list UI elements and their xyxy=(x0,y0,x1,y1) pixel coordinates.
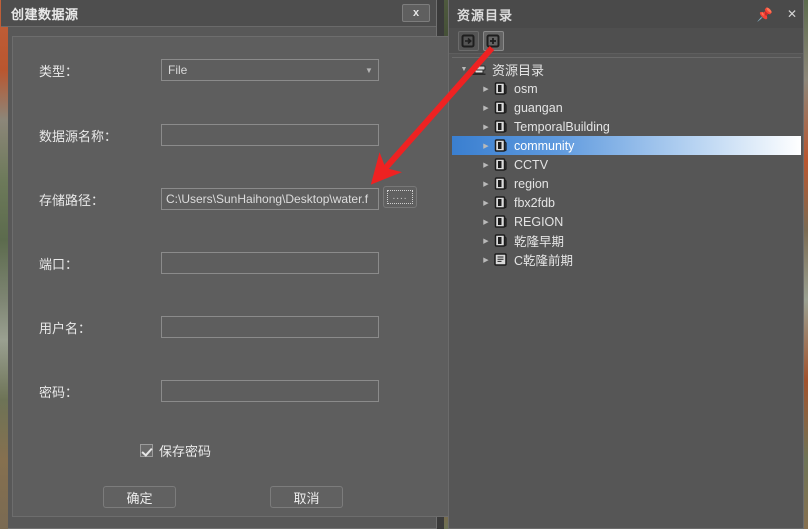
tree-item[interactable]: ▶ REGION xyxy=(452,212,801,231)
tree-item[interactable]: ▶ TemporalBuilding xyxy=(452,117,801,136)
datasource-icon xyxy=(492,215,509,228)
tree-root-node[interactable]: ▼ 资源目录 xyxy=(452,60,801,79)
datasource-name-input[interactable] xyxy=(161,124,379,146)
storage-path-input[interactable] xyxy=(161,188,379,210)
browse-path-button[interactable]: .... xyxy=(383,186,417,208)
expander-icon[interactable]: ▼ xyxy=(458,66,470,73)
datasource-icon xyxy=(492,158,509,171)
dialog-titlebar: 创建数据源 x xyxy=(1,0,436,27)
file-datasource-icon xyxy=(492,253,509,266)
password-label: 密码： xyxy=(39,384,79,400)
viewport-3d-scene-left xyxy=(0,0,8,529)
expander-icon[interactable]: ▶ xyxy=(480,218,492,226)
create-datasource-button[interactable] xyxy=(483,30,504,51)
create-datasource-dialog: 创建数据源 x 类型： File ▼ 数据源名称： 存储路径： C:\Users… xyxy=(0,0,796,529)
resource-catalog-panel: 资源目录 📌 ✕ ▼ 资源目录 ▶ osm ▶ guangan ▶ Tempor… xyxy=(448,0,804,529)
tree-item-label: region xyxy=(514,176,549,191)
connect-datasource-button[interactable] xyxy=(458,30,479,51)
tree-item-label: C乾隆前期 xyxy=(514,254,574,268)
tree-item[interactable]: ▶ fbx2fdb xyxy=(452,193,801,212)
tree-item[interactable]: ▶ CCTV xyxy=(452,155,801,174)
close-icon: x xyxy=(412,7,420,19)
resource-panel-title: 资源目录 xyxy=(457,7,514,23)
ok-button-label: 确定 xyxy=(126,490,153,506)
checkbox-icon xyxy=(140,444,153,457)
type-select-value: File xyxy=(168,63,188,77)
tree-item[interactable]: ▶ region xyxy=(452,174,801,193)
resource-panel-toolbar xyxy=(449,28,803,54)
tree-item-label: REGION xyxy=(514,214,564,229)
type-label: 类型： xyxy=(39,63,79,79)
datasource-icon xyxy=(492,82,509,95)
chevron-down-icon: ▼ xyxy=(365,65,373,75)
datasource-icon xyxy=(492,101,509,114)
close-icon[interactable]: ✕ xyxy=(787,8,797,20)
tree-item[interactable]: ▶ guangan xyxy=(452,98,801,117)
expander-icon[interactable]: ▶ xyxy=(480,123,492,131)
tree-item-label: osm xyxy=(514,81,538,96)
password-input[interactable] xyxy=(161,380,379,402)
expander-icon[interactable]: ▶ xyxy=(480,85,492,93)
tree-item-label: TemporalBuilding xyxy=(514,119,610,134)
tree-item[interactable]: ▶ 乾隆早期 xyxy=(452,231,801,250)
expander-icon[interactable]: ▶ xyxy=(480,256,492,264)
tree-root-label: 资源目录 xyxy=(492,63,545,78)
tree-item-label: community xyxy=(514,138,575,153)
username-input[interactable] xyxy=(161,316,379,338)
tree-item[interactable]: ▶ osm xyxy=(452,79,801,98)
expander-icon[interactable]: ▶ xyxy=(480,199,492,207)
expander-icon[interactable]: ▶ xyxy=(480,104,492,112)
datasource-icon xyxy=(492,177,509,190)
ok-button[interactable]: 确定 xyxy=(103,486,176,508)
pin-icon[interactable]: 📌 xyxy=(757,8,773,21)
port-label: 端口： xyxy=(39,256,79,272)
server-icon xyxy=(470,64,487,76)
tree-children-container: ▶ osm ▶ guangan ▶ TemporalBuilding ▶ community ▶… xyxy=(452,79,801,269)
expander-icon[interactable]: ▶ xyxy=(480,142,492,150)
resource-panel-titlebar: 资源目录 📌 ✕ xyxy=(449,0,803,28)
tree-item-label: CCTV xyxy=(514,157,549,172)
username-label: 用户名： xyxy=(39,320,92,336)
tree-item-label: guangan xyxy=(514,100,563,115)
save-password-checkbox[interactable]: 保存密码 xyxy=(140,441,211,460)
datasource-icon xyxy=(492,139,509,152)
datasource-icon xyxy=(492,234,509,247)
expander-icon[interactable]: ▶ xyxy=(480,180,492,188)
box-plus-icon xyxy=(486,34,500,47)
resource-panel-header-icons: 📌 ✕ xyxy=(757,8,797,21)
dialog-title: 创建数据源 xyxy=(11,6,79,22)
expander-icon[interactable]: ▶ xyxy=(480,161,492,169)
cancel-button[interactable]: 取消 xyxy=(270,486,343,508)
storage-path-label: 存储路径： xyxy=(39,192,105,208)
ellipsis-icon: .... xyxy=(387,190,413,204)
datasource-icon xyxy=(492,120,509,133)
datasource-icon xyxy=(492,196,509,209)
box-arrow-icon xyxy=(461,34,475,47)
port-input[interactable] xyxy=(161,252,379,274)
tree-item[interactable]: ▶ community xyxy=(452,136,801,155)
type-select[interactable]: File ▼ xyxy=(161,59,379,81)
resource-tree[interactable]: ▼ 资源目录 ▶ osm ▶ guangan ▶ TemporalBuilding ▶ com… xyxy=(452,57,801,526)
dialog-close-button[interactable]: x xyxy=(402,4,430,22)
tree-item[interactable]: ▶ C乾隆前期 xyxy=(452,250,801,269)
save-password-label: 保存密码 xyxy=(159,444,212,459)
app-root: 创建数据源 x 类型： File ▼ 数据源名称： 存储路径： C:\Users… xyxy=(0,0,808,529)
expander-icon[interactable]: ▶ xyxy=(480,237,492,245)
viewport-3d-scene-right xyxy=(804,0,808,529)
datasource-name-label: 数据源名称： xyxy=(39,128,118,144)
tree-item-label: fbx2fdb xyxy=(514,195,556,210)
cancel-button-label: 取消 xyxy=(293,490,320,506)
tree-item-label: 乾隆早期 xyxy=(514,235,565,249)
